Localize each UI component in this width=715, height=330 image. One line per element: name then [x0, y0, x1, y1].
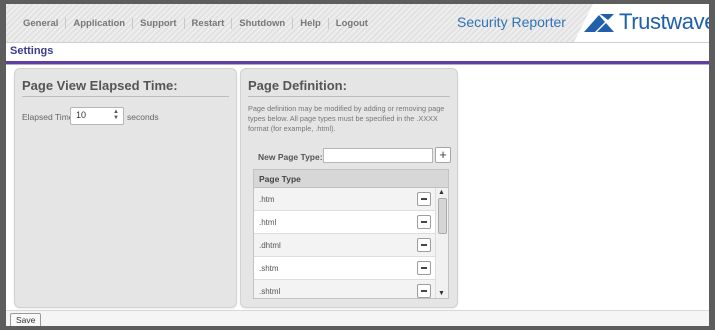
page-type-value: .shtm	[259, 264, 279, 273]
definition-description: Page definition may be modified by addin…	[248, 104, 445, 133]
table-row: .html	[254, 211, 435, 234]
elapsed-time-panel: Page View Elapsed Time: Elapsed Time: 10…	[14, 68, 237, 308]
new-page-type-input[interactable]	[323, 148, 433, 163]
panel-divider	[248, 96, 450, 97]
main-nav: General Application Support Restart Shut…	[16, 4, 375, 42]
nav-logout[interactable]: Logout	[327, 17, 375, 29]
remove-page-type-button[interactable]	[417, 238, 431, 252]
table-row: .dhtml	[254, 234, 435, 257]
plus-icon: +	[439, 147, 447, 162]
elapsed-time-label: Elapsed Time:	[22, 112, 76, 122]
page-type-value: .shtml	[259, 287, 281, 296]
page-type-value: .html	[259, 218, 277, 227]
app-window: General Application Support Restart Shut…	[6, 4, 709, 326]
new-page-type-label: New Page Type:	[258, 152, 323, 162]
page-type-value: .dhtml	[259, 241, 281, 250]
scroll-down-icon[interactable]: ▼	[438, 290, 445, 297]
page-type-value: .htm	[259, 195, 275, 204]
table-header: Page Type	[254, 170, 448, 188]
elapsed-time-stepper[interactable]: 10 ▲ ▼	[70, 107, 124, 125]
table-row: .shtm	[254, 257, 435, 280]
trustwave-logo-text: Trustwave®	[619, 9, 709, 35]
scroll-up-icon[interactable]: ▲	[438, 189, 445, 196]
footer-bar: Save	[6, 310, 709, 326]
nav-help[interactable]: Help	[292, 17, 328, 29]
page-definition-panel: Page Definition: Page definition may be …	[240, 68, 458, 308]
elapsed-time-value[interactable]: 10	[76, 110, 86, 120]
product-name: Security Reporter	[457, 14, 566, 30]
trustwave-logo-icon	[584, 14, 614, 32]
table-row: .htm	[254, 188, 435, 211]
nav-restart[interactable]: Restart	[183, 17, 232, 29]
title-subrule	[6, 64, 709, 65]
remove-page-type-button[interactable]	[417, 261, 431, 275]
page-type-table: Page Type .htm .html .dhtml .shtm .shtml…	[253, 169, 449, 299]
elapsed-panel-title: Page View Elapsed Time:	[22, 78, 178, 93]
spinner-arrows-icon[interactable]: ▲ ▼	[111, 109, 121, 122]
table-scrollbar[interactable]: ▲ ▼	[435, 188, 448, 298]
nav-general[interactable]: General	[16, 18, 65, 29]
nav-shutdown[interactable]: Shutdown	[231, 17, 292, 29]
top-bar: General Application Support Restart Shut…	[6, 4, 709, 43]
page-type-column-header: Page Type	[259, 174, 301, 184]
nav-support[interactable]: Support	[132, 17, 183, 29]
panel-divider	[22, 96, 229, 97]
remove-page-type-button[interactable]	[417, 192, 431, 206]
table-row: .shtml	[254, 280, 435, 298]
definition-panel-title: Page Definition:	[248, 78, 347, 93]
seconds-label: seconds	[127, 112, 159, 122]
logo-wordmark: Trustwave	[619, 9, 709, 34]
add-page-type-button[interactable]: +	[435, 147, 451, 163]
scrollbar-thumb[interactable]	[438, 198, 447, 234]
remove-page-type-button[interactable]	[417, 284, 431, 298]
nav-application[interactable]: Application	[65, 17, 132, 29]
remove-page-type-button[interactable]	[417, 215, 431, 229]
save-button[interactable]: Save	[10, 313, 42, 326]
page-title: Settings	[10, 45, 54, 57]
